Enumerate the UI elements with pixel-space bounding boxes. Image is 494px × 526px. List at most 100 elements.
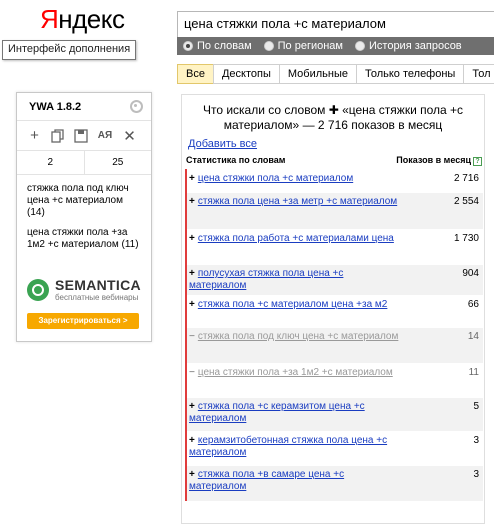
table-row: + стяжка пола работа +с материалами цена 1… [187,229,483,264]
tab-tablets[interactable]: Тол [463,64,494,84]
sort-icon[interactable]: АЯ [96,128,114,143]
ywa-plugin-panel: YWA 1.8.2 + АЯ ✕ 2 25 стяжка пола под кл… [16,92,152,342]
row-count: 3 [473,469,479,480]
semantica-banner[interactable]: SEMANTICA бесплатные вебинары [27,277,141,302]
results-rows: + цена стяжки пола +с материалом 2 716 + стя… [185,169,483,501]
table-row: + керамзитобетонная стяжка пола цена +с м… [187,431,483,465]
radio-by-regions[interactable]: По регионам [263,40,343,52]
radio-unchecked-icon [355,41,365,51]
radio-query-history[interactable]: История запросов [355,40,462,52]
radio-unchecked-icon [263,41,274,51]
register-button[interactable]: Зарегистрироваться > [27,313,139,329]
logo-letter: Я [40,4,59,34]
row-phrase-link[interactable]: − цена стяжки пола +за 1м2 +с материалом [189,367,399,397]
row-phrase: керамзитобетонная стяжка пола цена +с ма… [189,435,388,458]
remove-icon[interactable]: − [189,367,195,379]
row-phrase-link[interactable]: + стяжка пола цена +за метр +с материалом [189,196,399,229]
add-icon[interactable]: + [189,233,195,245]
row-phrase-link[interactable]: + полусухая стяжка пола цена +с материало… [189,268,399,295]
add-icon[interactable]: + [189,268,195,280]
yandex-logo[interactable]: Яндекс [40,4,125,35]
tab-all[interactable]: Все [177,64,213,84]
list-item[interactable]: стяжка пола под ключ цена +с материалом … [27,183,143,219]
add-icon[interactable]: + [189,299,195,311]
radio-label: По словам [197,40,252,52]
add-all-link[interactable]: Добавить все [188,138,257,150]
row-count: 66 [467,299,479,310]
row-count: 2 554 [453,196,479,207]
remove-icon[interactable]: − [189,331,195,343]
plugin-header: YWA 1.8.2 [17,93,151,121]
table-row: − стяжка пола под ключ цена +с материалом… [187,327,483,363]
extension-tooltip: Интерфейс дополнения [2,40,137,60]
copy-icon[interactable] [50,128,65,143]
row-count: 14 [467,331,479,342]
col-stat-label: Статистика по словам [186,155,286,165]
row-count: 11 [468,367,479,378]
plugin-toolbar: + АЯ ✕ [17,121,151,151]
plus-icon[interactable]: + [27,127,42,144]
row-count: 1 730 [453,233,479,244]
row-count: 3 [473,435,479,446]
col-shows-label: Показов в месяц [396,155,471,165]
row-phrase: стяжка пола +с керамзитом цена +с матери… [189,401,365,424]
row-phrase: стяжка пола цена +за метр +с материалом [197,196,398,207]
row-phrase-link[interactable]: + цена стяжки пола +с материалом [189,173,399,192]
list-item[interactable]: цена стяжки пола +за 1м2 +с материалом (… [27,227,143,251]
row-phrase-link[interactable]: + стяжка пола работа +с материалами цена [189,233,399,264]
tab-desktops[interactable]: Десктопы [212,64,279,84]
radio-checked-icon [183,41,193,51]
row-phrase: стяжка пола под ключ цена +с материалом [197,331,399,342]
close-icon[interactable]: ✕ [122,128,137,145]
logo-text: ндекс [58,4,125,34]
add-icon[interactable]: + [189,435,195,447]
semantica-logo-icon [27,278,49,301]
count-right: 25 [83,151,152,174]
row-count: 904 [462,268,479,279]
row-count: 2 716 [453,173,479,184]
add-icon[interactable]: + [189,173,195,185]
add-icon[interactable]: + [189,401,195,413]
search-mode-bar: По словам По регионам История запросов [177,37,494,55]
row-phrase: стяжка пола +в самаре цена +с материалом [189,469,345,492]
table-row: − цена стяжки пола +за 1м2 +с материалом 1… [187,363,483,397]
plugin-list: стяжка пола под ключ цена +с материалом … [17,175,151,251]
add-icon[interactable]: + [189,196,195,208]
plugin-title: YWA 1.8.2 [29,100,82,113]
row-phrase: цена стяжки пола +за 1м2 +с материалом [197,367,393,378]
table-row: + стяжка пола +в самаре цена +с материало… [187,465,483,501]
plugin-counts: 2 25 [17,151,151,175]
row-count: 5 [473,401,479,412]
table-row: + стяжка пола +с керамзитом цена +с матер… [187,397,483,431]
add-icon[interactable]: + [189,469,195,481]
row-phrase-link[interactable]: + стяжка пола +в самаре цена +с материало… [189,469,399,501]
save-icon[interactable] [73,128,88,143]
table-row: + цена стяжки пола +с материалом 2 716 [187,169,483,192]
row-phrase: цена стяжки пола +с материалом [197,173,354,184]
row-phrase-link[interactable]: + стяжка пола +с материалом цена +за м2 [189,299,399,327]
semantica-title: SEMANTICA [55,277,141,293]
row-phrase-link[interactable]: + керамзитобетонная стяжка пола цена +с м… [189,435,399,465]
results-title: Что искали со словом ✚ «цена стяжки пола… [202,103,464,132]
semantica-subtitle: бесплатные вебинары [55,293,139,302]
count-left: 2 [47,157,54,168]
results-header: Статистика по словам Показов в месяц? [186,155,482,169]
row-phrase: полусухая стяжка пола цена +с материалом [189,268,344,291]
row-phrase-link[interactable]: − стяжка пола под ключ цена +с материалом [189,331,399,363]
search-input[interactable]: цена стяжки пола +с материалом [177,11,494,38]
row-phrase-link[interactable]: + стяжка пола +с керамзитом цена +с матер… [189,401,399,431]
tab-mobile[interactable]: Мобильные [278,64,356,84]
radio-by-words[interactable]: По словам [183,40,252,52]
gear-icon[interactable] [130,100,143,113]
radio-label: История запросов [369,40,462,52]
table-row: + стяжка пола +с материалом цена +за м2 66 [187,295,483,327]
tab-phones-only[interactable]: Только телефоны [355,64,464,84]
help-icon[interactable]: ? [473,157,482,166]
device-tabs: Все Десктопы Мобильные Только телефоны Т… [177,64,494,84]
row-phrase: стяжка пола работа +с материалами цена [197,233,394,244]
row-phrase: стяжка пола +с материалом цена +за м2 [197,299,388,310]
table-row: + полусухая стяжка пола цена +с материало… [187,264,483,295]
table-row: + стяжка пола цена +за метр +с материалом… [187,192,483,229]
col-shows: Показов в месяц? [396,155,482,169]
radio-label: По регионам [277,40,343,52]
